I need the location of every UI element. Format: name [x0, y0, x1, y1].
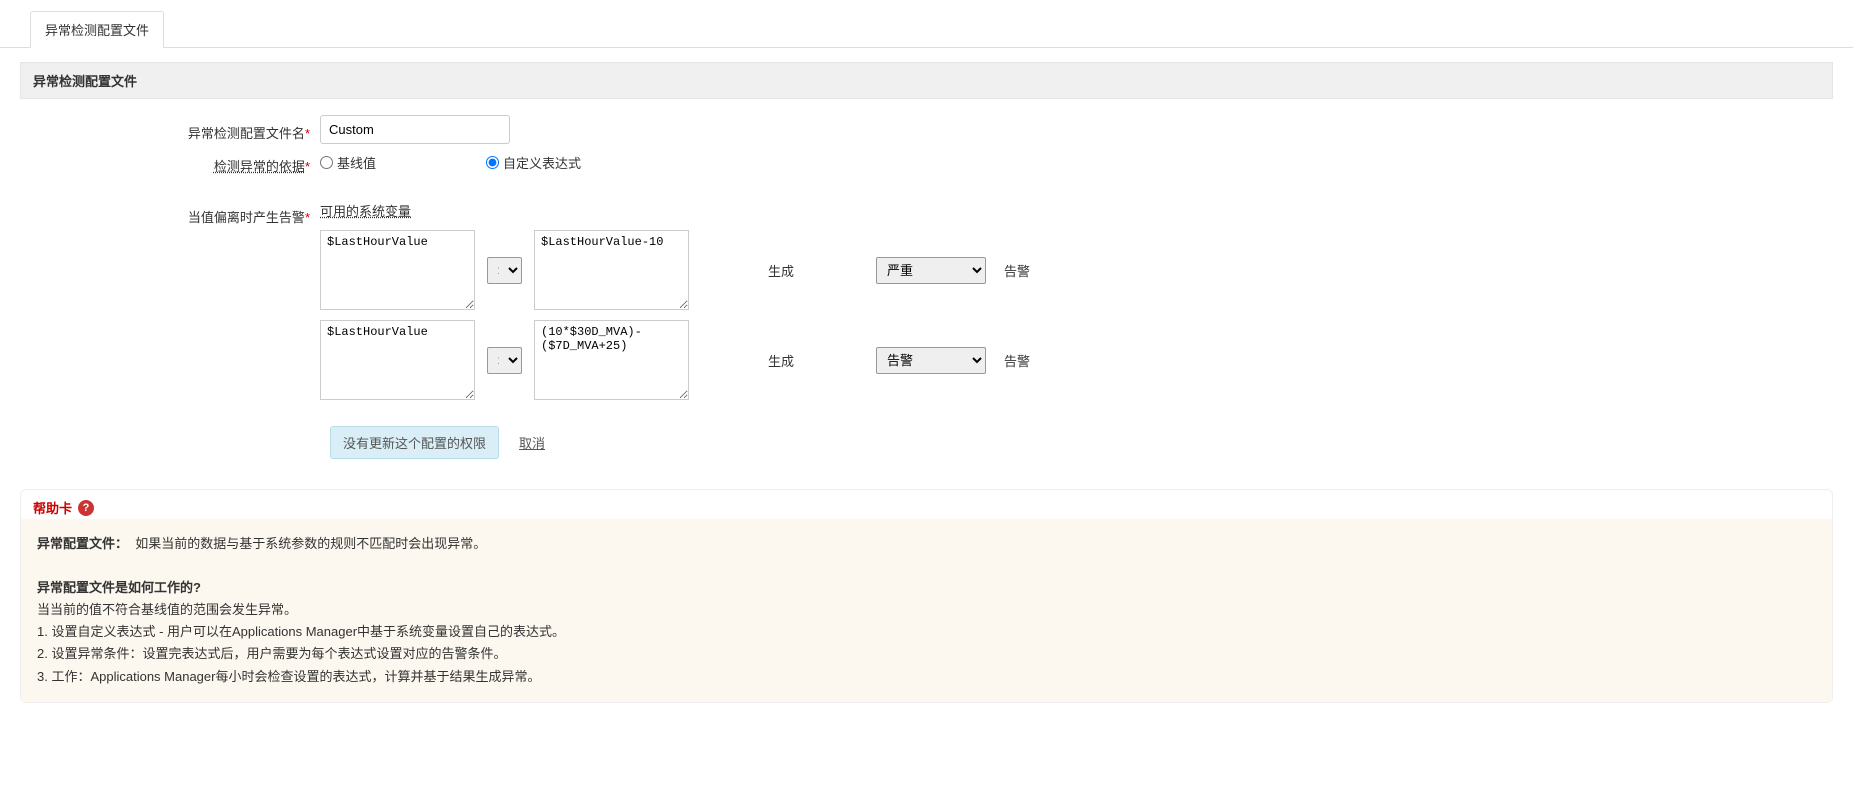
section-header: 异常检测配置文件	[20, 62, 1833, 99]
help-line2: 1. 设置自定义表达式 - 用户可以在Applications Manager中…	[37, 621, 1816, 643]
no-update-permission-button: 没有更新这个配置的权限	[330, 426, 499, 459]
tab-anomaly-profile[interactable]: 异常检测配置文件	[30, 11, 164, 48]
available-vars-link[interactable]: 可用的系统变量	[320, 201, 1833, 220]
severity-select-2[interactable]: 告警	[876, 347, 986, 374]
severity-select-1[interactable]: 严重	[876, 257, 986, 284]
help-heading1-text: 如果当前的数据与基于系统参数的规则不匹配时会出现异常。	[135, 536, 486, 551]
generate-label-1: 生成	[768, 261, 794, 280]
help-heading2: 异常配置文件是如何工作的?	[37, 580, 201, 595]
help-line4: 3. 工作：Applications Manager每小时会检查设置的表达式，计…	[37, 666, 1816, 688]
radio-custom-expr-input[interactable]	[486, 156, 499, 169]
operator-select-1[interactable]: >	[487, 257, 522, 284]
expr-right-1[interactable]: $LastHourValue-10	[534, 230, 689, 310]
operator-select-2[interactable]: >	[487, 347, 522, 374]
help-line1: 当当前的值不符合基线值的范围会发生异常。	[37, 599, 1816, 621]
alarm-suffix-2: 告警	[1004, 351, 1030, 370]
radio-baseline-input[interactable]	[320, 156, 333, 169]
help-card-title: 帮助卡	[33, 498, 72, 517]
expression-row-1: $LastHourValue > $LastHourValue-10 生成 严重…	[320, 230, 1833, 310]
radio-custom-expr-label: 自定义表达式	[503, 153, 581, 172]
label-basis: 检测异常的依据*	[20, 150, 320, 175]
radio-baseline[interactable]: 基线值	[320, 153, 376, 172]
tab-bar: 异常检测配置文件	[0, 0, 1853, 48]
expr-left-1[interactable]: $LastHourValue	[320, 230, 475, 310]
alarm-suffix-1: 告警	[1004, 261, 1030, 280]
expression-row-2: $LastHourValue > (10*$30D_MVA)-($7D_MVA+…	[320, 320, 1833, 400]
expr-right-2[interactable]: (10*$30D_MVA)-($7D_MVA+25)	[534, 320, 689, 400]
generate-label-2: 生成	[768, 351, 794, 370]
radio-custom-expr[interactable]: 自定义表达式	[486, 153, 581, 172]
profile-name-input[interactable]	[320, 115, 510, 144]
help-line3: 2. 设置异常条件：设置完表达式后，用户需要为每个表达式设置对应的告警条件。	[37, 643, 1816, 665]
help-icon: ?	[78, 500, 94, 516]
label-deviation: 当值偏离时产生告警*	[20, 201, 320, 226]
cancel-link[interactable]: 取消	[519, 433, 545, 452]
label-profile-name: 异常检测配置文件名*	[20, 117, 320, 142]
help-heading1: 异常配置文件：	[37, 536, 128, 551]
radio-baseline-label: 基线值	[337, 153, 376, 172]
form-area: 异常检测配置文件名* 检测异常的依据* 基线值 自定义表达式 当值偏离	[0, 99, 1853, 479]
expr-left-2[interactable]: $LastHourValue	[320, 320, 475, 400]
help-card: 帮助卡 ? 异常配置文件： 如果当前的数据与基于系统参数的规则不匹配时会出现异常…	[20, 489, 1833, 703]
